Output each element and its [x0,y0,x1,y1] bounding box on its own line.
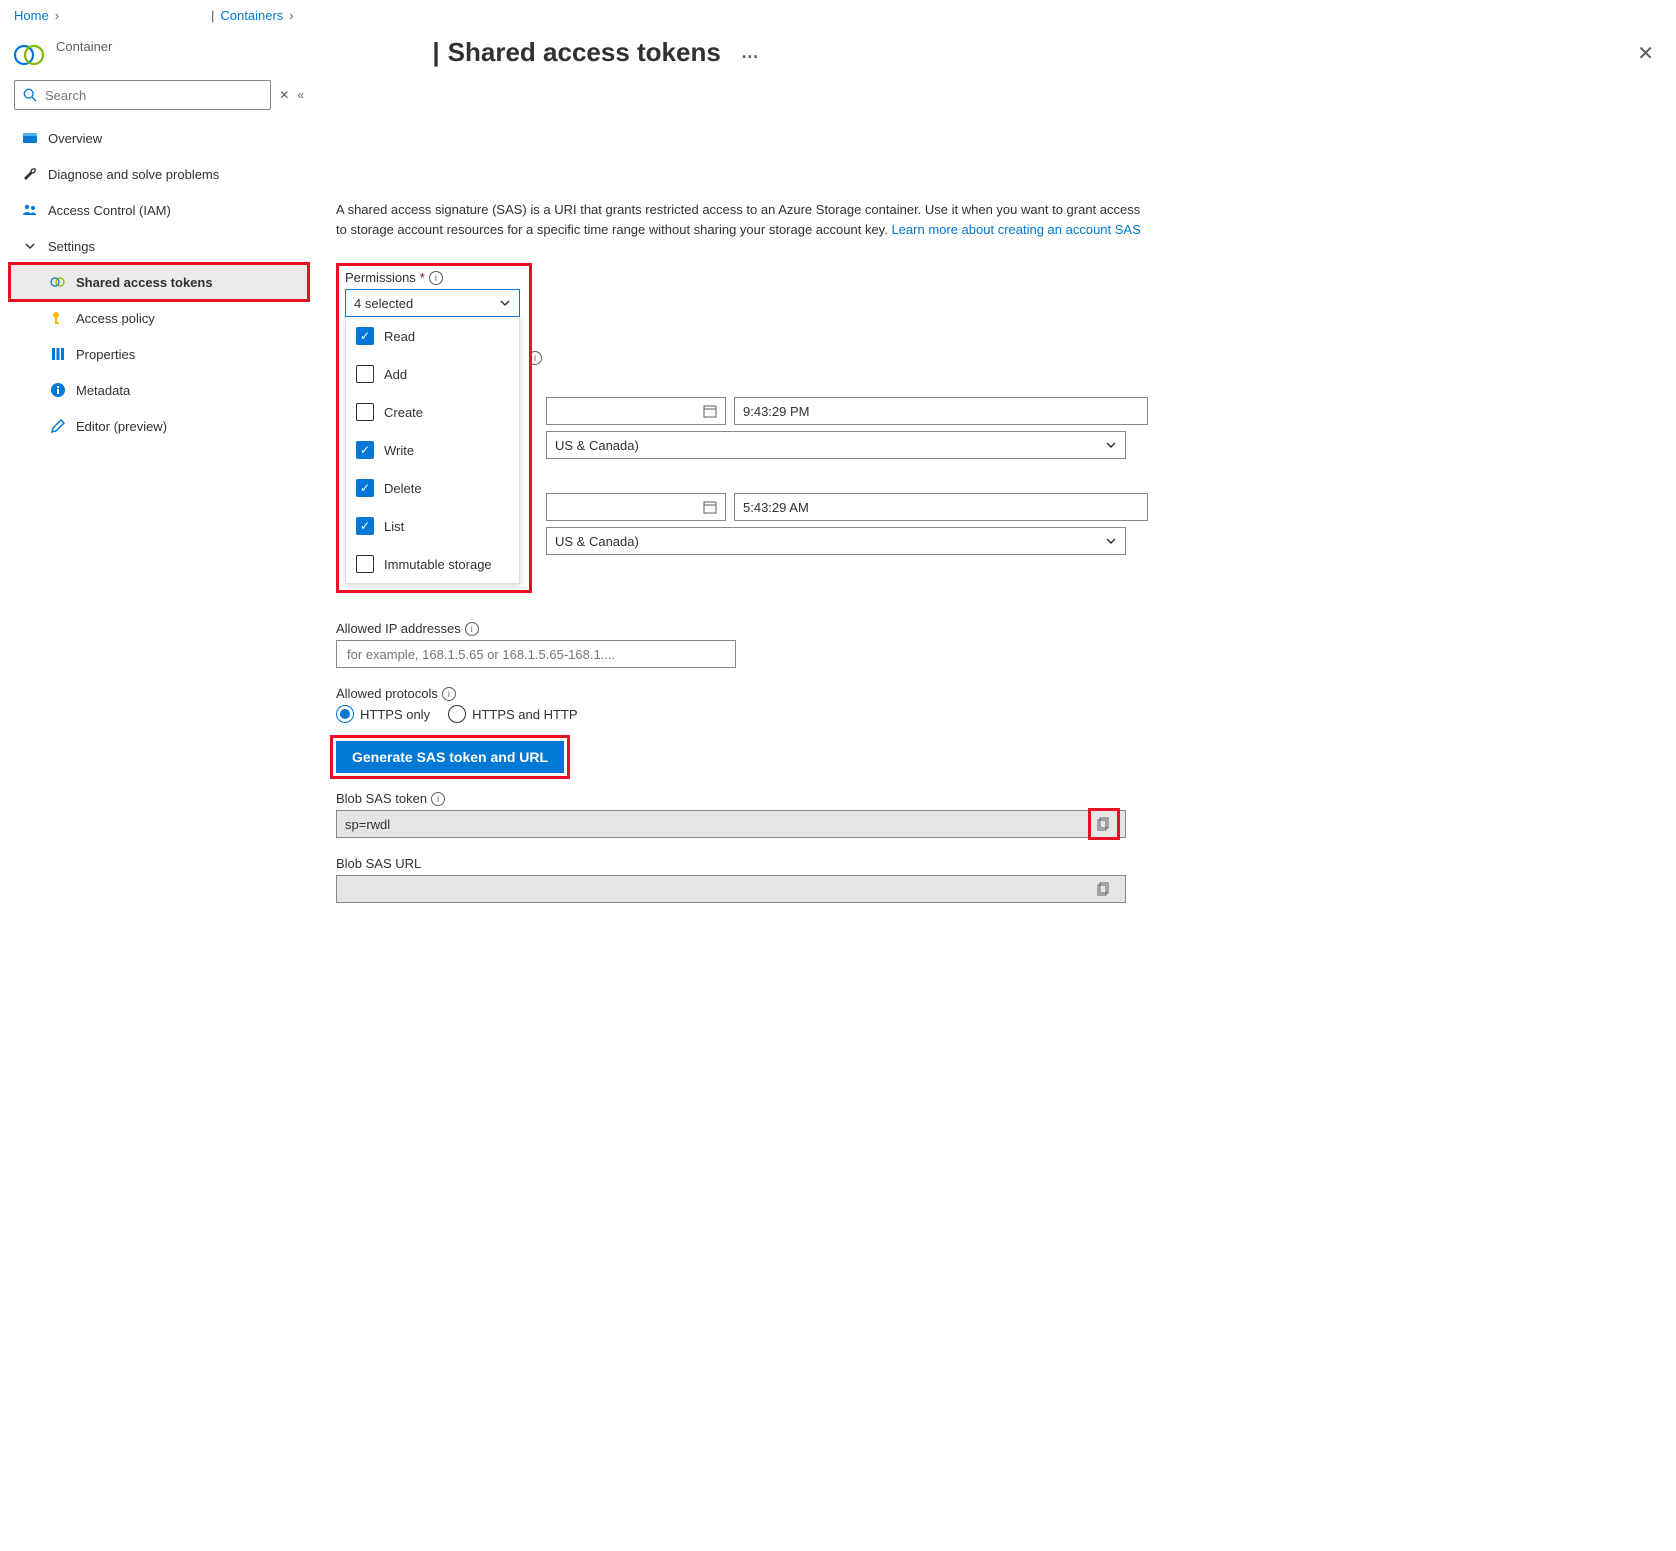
permissions-dropdown[interactable]: 4 selected [345,289,520,317]
checkbox-icon [356,555,374,573]
breadcrumb-home[interactable]: Home [14,8,49,23]
page-header: Container | Shared access tokens … ✕ [0,31,1676,80]
blob-sas-url-output [336,875,1126,903]
nav-metadata[interactable]: Metadata [10,372,308,408]
blob-sas-token-label: Blob SAS token [336,791,427,806]
perm-option-create[interactable]: Create [346,393,519,431]
clear-search-icon[interactable]: ✕ [279,88,289,102]
intro-text: A shared access signature (SAS) is a URI… [336,200,1148,239]
nav-iam[interactable]: Access Control (IAM) [10,192,308,228]
container-icon [14,43,46,67]
expiry-timezone-select[interactable]: US & Canada) [546,527,1126,555]
sidebar-nav: Overview Diagnose and solve problems Acc… [10,120,308,444]
header-subtitle: Container [56,39,112,54]
main-content: A shared access signature (SAS) is a URI… [308,80,1168,961]
blob-sas-url-section: Blob SAS URL [336,856,1148,903]
checkbox-icon: ✓ [356,327,374,345]
expiry-time-input[interactable]: 5:43:29 AM [734,493,1148,521]
nav-properties[interactable]: Properties [10,336,308,372]
search-input[interactable] [43,87,262,104]
radio-https-only[interactable]: HTTPS only [336,705,430,723]
sidebar: ✕ « Overview Diagnose and solve problems [0,80,308,961]
perm-option-list[interactable]: ✓ List [346,507,519,545]
wrench-icon [22,166,38,182]
pencil-icon [50,418,66,434]
nav-settings-group[interactable]: Settings [10,228,308,264]
datetime-section: i 9:43:29 PM US & Canada) [546,263,1148,555]
perm-option-write[interactable]: ✓ Write [346,431,519,469]
perm-option-add[interactable]: Add [346,355,519,393]
blob-sas-url-label: Blob SAS URL [336,856,421,871]
permissions-label: Permissions * i [345,270,523,285]
allowed-ip-input[interactable] [345,646,727,663]
chevron-right-icon: › [55,8,59,23]
start-time-input[interactable]: 9:43:29 PM [734,397,1148,425]
perm-option-immutable[interactable]: Immutable storage [346,545,519,583]
generate-sas-button[interactable]: Generate SAS token and URL [336,741,564,773]
chevron-down-icon [499,297,511,309]
search-icon [23,88,37,102]
checkbox-icon [356,365,374,383]
collapse-sidebar-icon[interactable]: « [297,88,304,102]
more-actions-icon[interactable]: … [741,42,761,63]
info-icon[interactable]: i [431,792,445,806]
checkbox-icon [356,403,374,421]
allowed-ip-input-wrapper[interactable] [336,640,736,668]
breadcrumb-containers[interactable]: Containers [220,8,283,23]
copy-token-button[interactable] [1091,811,1117,837]
chevron-down-icon [1105,535,1117,547]
info-icon[interactable]: i [442,687,456,701]
info-icon [50,382,66,398]
close-icon[interactable]: ✕ [1629,37,1662,70]
nav-diagnose[interactable]: Diagnose and solve problems [10,156,308,192]
allowed-protocols-label: Allowed protocols [336,686,438,701]
learn-more-link[interactable]: Learn more about creating an account SAS [891,222,1140,237]
expiry-date-input[interactable] [546,493,726,521]
radio-icon [336,705,354,723]
overview-icon [22,130,38,146]
properties-icon [50,346,66,362]
nav-editor[interactable]: Editor (preview) [10,408,308,444]
search-input-wrapper[interactable] [14,80,271,110]
copy-url-button[interactable] [1091,876,1117,902]
checkbox-icon: ✓ [356,479,374,497]
generate-section: Generate SAS token and URL [336,741,1148,773]
blob-sas-token-value: sp=rwdl [345,817,390,832]
blob-sas-token-section: Blob SAS token i sp=rwdl [336,791,1148,838]
checkbox-icon: ✓ [356,517,374,535]
radio-https-and-http[interactable]: HTTPS and HTTP [448,705,577,723]
allowed-protocols-section: Allowed protocols i HTTPS only HTTPS and… [336,686,1148,723]
breadcrumb-pipe: | [211,8,214,23]
info-icon[interactable]: i [429,271,443,285]
permissions-options-list: ✓ Read Add Create ✓ Write [345,317,520,584]
calendar-icon [703,404,717,418]
page-title: | Shared access tokens … [432,37,760,68]
start-timezone-select[interactable]: US & Canada) [546,431,1126,459]
perm-option-read[interactable]: ✓ Read [346,317,519,355]
allowed-ip-label: Allowed IP addresses [336,621,461,636]
calendar-icon [703,500,717,514]
chevron-down-icon [22,238,38,254]
link-icon [50,274,66,290]
permissions-section: Permissions * i 4 selected ✓ Read [336,263,532,593]
nav-overview[interactable]: Overview [10,120,308,156]
checkbox-icon: ✓ [356,441,374,459]
allowed-ip-section: Allowed IP addresses i [336,621,1148,668]
start-date-input[interactable] [546,397,726,425]
nav-shared-access-tokens[interactable]: Shared access tokens [10,264,308,300]
blob-sas-token-output: sp=rwdl [336,810,1126,838]
key-icon [50,310,66,326]
chevron-down-icon [1105,439,1117,451]
people-icon [22,202,38,218]
breadcrumb: Home › | Containers › [0,0,1676,31]
perm-option-delete[interactable]: ✓ Delete [346,469,519,507]
nav-access-policy[interactable]: Access policy [10,300,308,336]
info-icon[interactable]: i [465,622,479,636]
required-asterisk: * [420,270,425,285]
chevron-right-icon: › [289,8,293,23]
radio-icon [448,705,466,723]
